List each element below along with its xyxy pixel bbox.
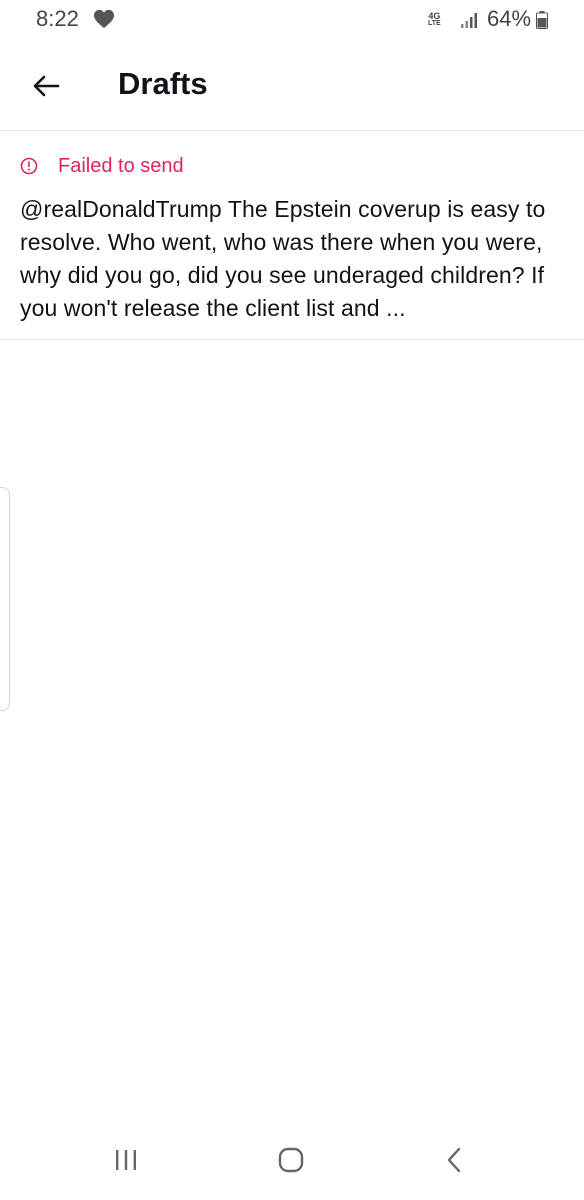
arrow-left-icon bbox=[33, 75, 60, 97]
navigation-bar bbox=[0, 1128, 584, 1200]
back-nav-button[interactable] bbox=[432, 1144, 476, 1176]
network-type-top: 4G bbox=[428, 11, 441, 21]
draft-status-row: Failed to send bbox=[20, 153, 184, 179]
draft-text: @realDonaldTrump The Epstein coverup is … bbox=[20, 196, 546, 321]
edge-panel-handle[interactable] bbox=[0, 487, 10, 711]
alert-circle-icon bbox=[20, 157, 38, 175]
status-bar: 8:22 4G LTE 64% bbox=[0, 0, 584, 42]
network-type-bottom: LTE bbox=[428, 20, 441, 27]
app-header: Drafts bbox=[0, 42, 584, 131]
back-button[interactable] bbox=[28, 68, 64, 104]
draft-status-text: Failed to send bbox=[58, 154, 184, 177]
home-icon bbox=[278, 1147, 304, 1173]
network-type: 4G LTE bbox=[428, 12, 441, 28]
back-nav-icon bbox=[447, 1147, 461, 1173]
battery-icon bbox=[536, 11, 548, 29]
home-button[interactable] bbox=[269, 1144, 313, 1176]
heart-icon bbox=[94, 9, 114, 29]
recent-apps-icon bbox=[116, 1150, 136, 1170]
recent-apps-button[interactable] bbox=[104, 1144, 148, 1176]
draft-item[interactable]: Failed to send @realDonaldTrump The Epst… bbox=[0, 131, 584, 340]
status-time: 8:22 bbox=[36, 6, 79, 31]
signal-icon bbox=[461, 13, 477, 28]
battery-percent: 64% bbox=[487, 6, 532, 31]
page-title: Drafts bbox=[118, 66, 208, 101]
